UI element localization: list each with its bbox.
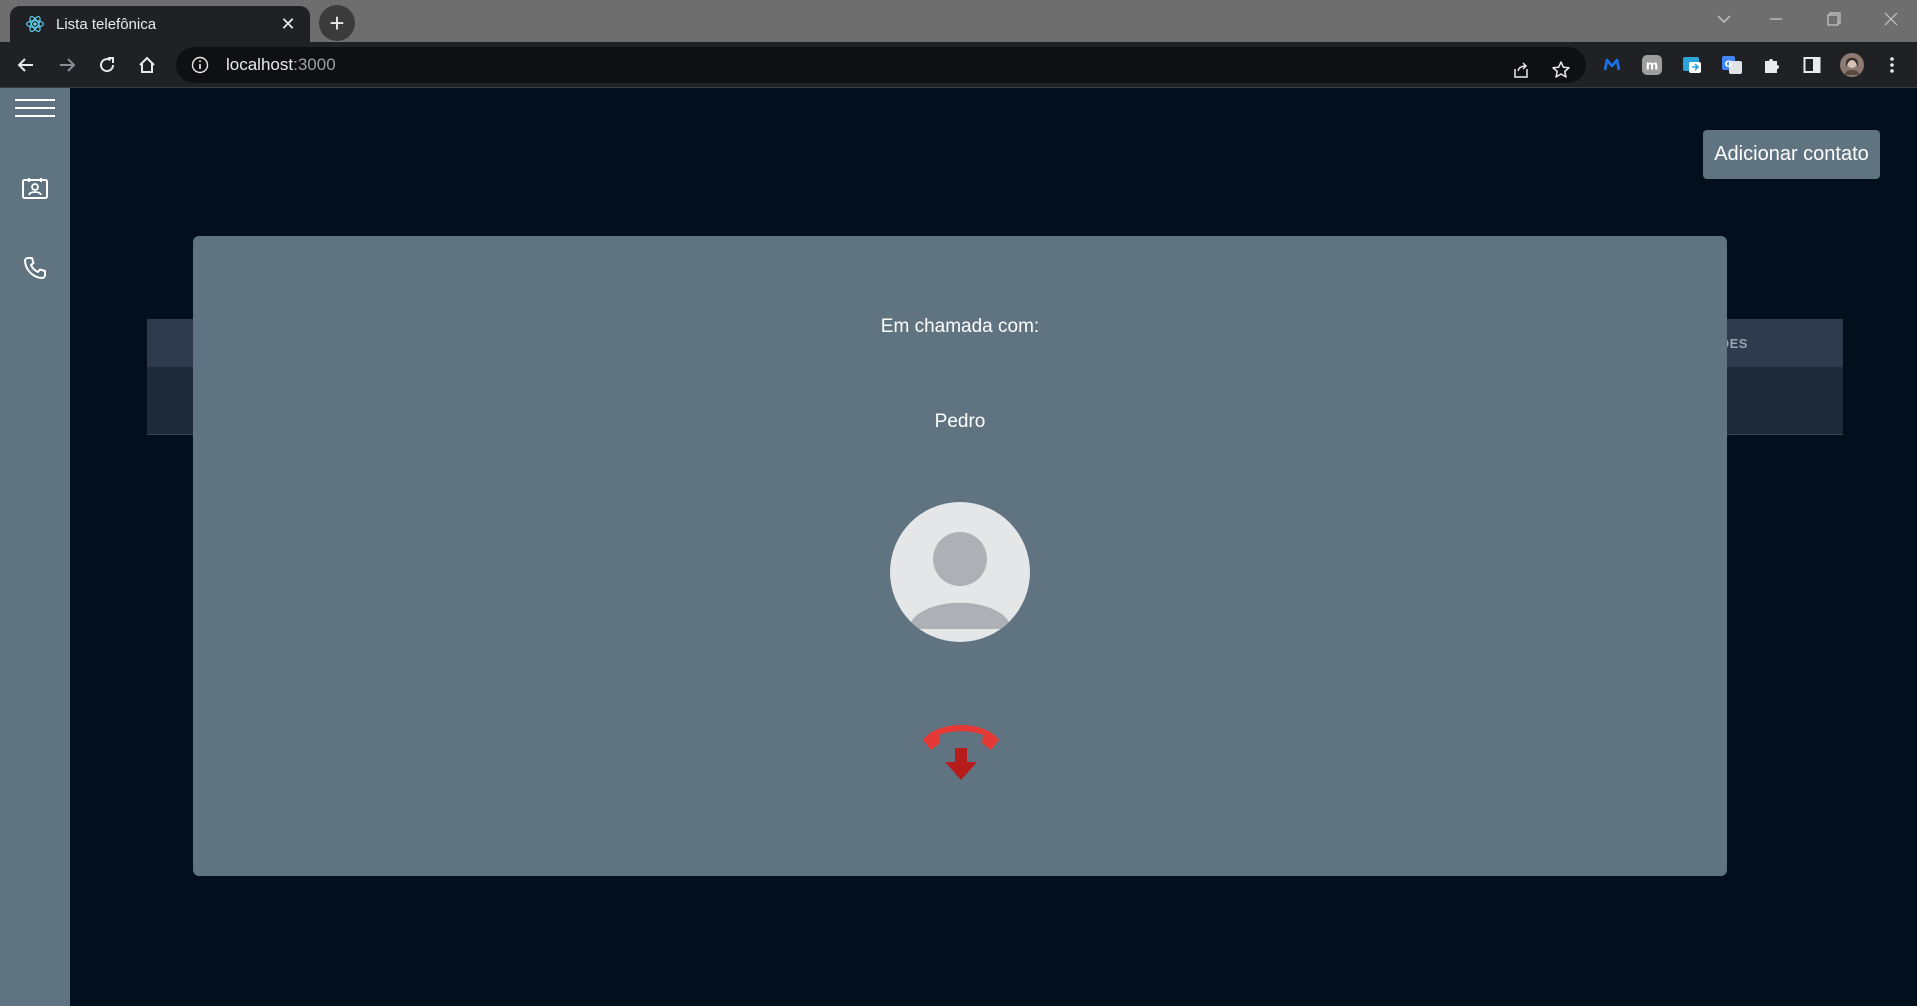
kebab-menu-icon[interactable] [1877, 50, 1907, 80]
reload-icon[interactable] [91, 49, 123, 81]
side-panel-icon[interactable] [1797, 50, 1827, 80]
chevron-down-icon[interactable] [1695, 0, 1753, 38]
browser-tab-strip: Lista telefônica ✕ + [0, 0, 1917, 42]
url-host: localhost [226, 55, 294, 74]
hamburger-menu-icon[interactable] [10, 88, 60, 128]
back-icon[interactable] [10, 49, 42, 81]
browser-toolbar: localhost:3000 m G [0, 42, 1917, 88]
hang-up-icon[interactable] [916, 716, 1006, 786]
browser-tab[interactable]: Lista telefônica ✕ [10, 6, 310, 42]
call-status-label: Em chamada com: [880, 316, 1040, 337]
svg-text:G: G [1725, 60, 1732, 70]
share-icon[interactable] [1506, 55, 1536, 85]
default-user-avatar [890, 502, 1030, 642]
phone-icon[interactable] [10, 248, 60, 288]
minimize-icon[interactable] [1747, 0, 1805, 38]
react-icon [24, 13, 46, 35]
url-port: :3000 [293, 55, 336, 74]
malwarebytes-icon[interactable] [1597, 50, 1627, 80]
m-extension-icon[interactable]: m [1637, 50, 1667, 80]
address-bar[interactable]: localhost:3000 [176, 47, 1586, 83]
restore-icon[interactable] [1805, 0, 1863, 38]
sidebar [0, 88, 70, 1006]
contact-name: Pedro [934, 411, 986, 432]
site-info-icon[interactable] [190, 55, 210, 75]
svg-text:m: m [1646, 59, 1659, 73]
tab-close-icon[interactable]: ✕ [278, 14, 298, 34]
add-contact-button[interactable]: Adicionar contato [1703, 130, 1880, 179]
bookmark-star-icon[interactable] [1546, 55, 1576, 85]
forward-icon[interactable] [51, 49, 83, 81]
close-icon[interactable] [1862, 0, 1917, 38]
google-translate-icon[interactable]: G [1717, 50, 1747, 80]
call-modal: Em chamada com: Pedro [193, 236, 1727, 876]
contacts-card-icon[interactable] [10, 168, 60, 208]
tab-title: Lista telefônica [56, 15, 157, 33]
new-tab-button[interactable]: + [319, 5, 355, 41]
translate-tab-icon[interactable] [1677, 50, 1707, 80]
profile-avatar[interactable] [1837, 50, 1867, 80]
home-icon[interactable] [131, 49, 163, 81]
puzzle-icon[interactable] [1757, 50, 1787, 80]
